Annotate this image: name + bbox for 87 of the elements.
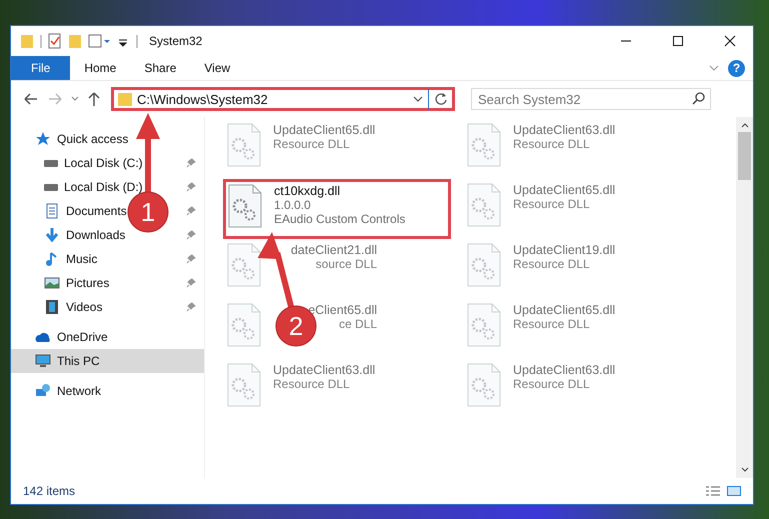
refresh-icon[interactable] (434, 92, 448, 106)
dll-file-icon (467, 243, 501, 287)
sidebar-item[interactable]: Network (35, 383, 102, 399)
drive-icon (44, 184, 58, 190)
file-name[interactable]: UpdateClient19.dll (513, 243, 616, 257)
videos-icon (44, 299, 60, 315)
ribbon-tab[interactable]: Home (70, 56, 130, 80)
sidebar-item[interactable]: Downloads (44, 227, 126, 243)
ribbon-tab[interactable]: File (11, 56, 70, 80)
drive-icon (44, 160, 58, 166)
search-field[interactable]: Search System32 (471, 88, 711, 110)
file-detail: Resource DLL (513, 137, 591, 151)
sidebar-item[interactable]: Local Disk (D:) (44, 180, 143, 194)
file-name[interactable]: UpdateClient63.dll (513, 123, 616, 137)
dll-file-icon (467, 123, 501, 167)
dll-file-icon (227, 123, 261, 167)
file-name[interactable]: dateClient21.dll (290, 243, 377, 257)
file-detail: Resource DLL (513, 317, 591, 331)
address-bar[interactable]: C:\Windows\System32 (111, 87, 455, 111)
sidebar-item[interactable]: Documents (44, 203, 127, 219)
window-title: System32 (149, 34, 202, 48)
chevron-down-icon[interactable] (413, 95, 423, 103)
item-count: 142 items (23, 484, 76, 498)
pin-icon[interactable] (186, 206, 196, 216)
callout-badge (128, 192, 168, 232)
file-detail: Resource DLL (513, 377, 591, 391)
up-arrow-icon[interactable] (87, 91, 101, 107)
scroll-down-icon[interactable] (740, 467, 748, 473)
sidebar-item[interactable]: Pictures (44, 275, 110, 291)
file-name[interactable]: UpdateClient65.dll (513, 183, 616, 197)
file-detail: EAudio Custom Controls (274, 212, 406, 226)
sidebar-item[interactable]: Music (44, 251, 98, 267)
callout-number: 2 (288, 311, 304, 341)
file-detail: Resource DLL (273, 377, 351, 391)
file-detail: Resource DLL (273, 137, 351, 151)
vertical-scrollbar[interactable] (736, 117, 753, 478)
close-icon (724, 35, 736, 47)
dll-file-icon (227, 243, 261, 287)
sidebar-item[interactable]: Videos (44, 299, 102, 315)
dll-file-icon (467, 303, 501, 347)
folder-icon (118, 92, 132, 106)
file-detail: ce DLL (338, 317, 377, 331)
pin-icon[interactable] (186, 302, 196, 312)
search-icon[interactable] (692, 92, 705, 105)
pin-icon[interactable] (186, 182, 196, 192)
forward-arrow-icon[interactable] (47, 92, 63, 106)
network-icon (35, 383, 51, 399)
documents-icon (44, 203, 60, 219)
file-name[interactable]: eClient65.dll (308, 303, 377, 317)
file-name: ct10kxdg.dll (274, 184, 342, 198)
file-item[interactable]: ct10kxdg.dll 1.0.0.0 EAudio Custom Controls (223, 179, 451, 239)
dll-file-icon (227, 303, 261, 347)
sidebar-item[interactable]: Local Disk (C:) (44, 156, 143, 170)
details-view-icon[interactable] (705, 485, 721, 497)
dll-file-icon (467, 183, 501, 227)
pin-icon[interactable] (186, 230, 196, 240)
pin-icon[interactable] (186, 158, 196, 168)
sidebar-item[interactable]: This PC (35, 353, 100, 369)
back-arrow-icon[interactable] (23, 92, 39, 106)
computer-icon (35, 353, 51, 369)
file-detail: 1.0.0.0 (274, 198, 312, 212)
file-detail: Resource DLL (513, 257, 591, 271)
file-name[interactable]: UpdateClient63.dll (273, 363, 376, 377)
callout-number: 1 (140, 197, 156, 227)
maximize-icon (672, 35, 684, 47)
pictures-icon (44, 275, 60, 291)
dll-file-icon (228, 184, 262, 228)
sidebar-item[interactable]: Quick access (35, 131, 128, 147)
dll-file-icon (467, 363, 501, 407)
ribbon-tab[interactable]: View (190, 56, 244, 80)
file-name[interactable]: UpdateClient65.dll (513, 303, 616, 317)
ribbon-tab[interactable]: Share (130, 56, 190, 80)
pin-icon[interactable] (186, 254, 196, 264)
dll-file-icon (227, 363, 261, 407)
help-button[interactable]: ? (728, 60, 745, 76)
file-name[interactable]: UpdateClient65.dll (273, 123, 376, 137)
scroll-up-icon[interactable] (740, 122, 748, 128)
address-path: C:\Windows\System32 (137, 92, 268, 106)
sidebar-item[interactable]: OneDrive (35, 329, 108, 345)
scrollbar-thumb[interactable] (738, 132, 751, 180)
downloads-icon (44, 227, 60, 243)
pin-icon[interactable] (186, 278, 196, 288)
file-detail: source DLL (316, 257, 377, 271)
file-detail: Resource DLL (513, 197, 591, 211)
large-icons-view-icon[interactable] (727, 485, 741, 497)
star-icon (35, 131, 51, 147)
file-name[interactable]: UpdateClient63.dll (513, 363, 616, 377)
